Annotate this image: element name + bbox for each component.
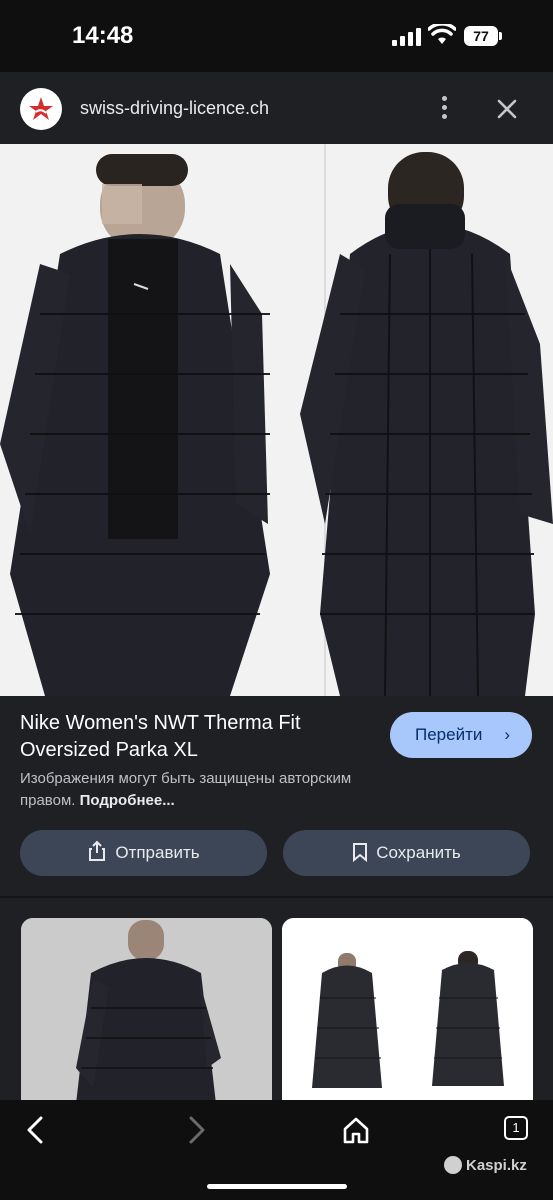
tabs-icon[interactable]: 1 [504,1116,528,1140]
site-domain[interactable]: swiss-driving-licence.ch [80,98,269,119]
status-time: 14:48 [72,22,134,49]
battery-icon: 77 [464,26,498,46]
share-button[interactable]: Отправить [20,830,267,876]
more-options-icon[interactable] [432,92,458,124]
browser-toolbar: 1 Kaspi.kz [0,1100,553,1200]
back-arrow-icon[interactable] [18,1112,54,1148]
product-title[interactable]: Nike Women's NWT Therma Fit Oversized Pa… [20,710,370,764]
watermark: Kaspi.kz [444,1156,527,1174]
product-image[interactable] [0,144,553,696]
related-image[interactable] [282,918,533,1104]
save-button[interactable]: Сохранить [283,830,530,876]
related-images [0,898,553,1104]
wifi-icon [428,24,456,44]
learn-more-link[interactable]: Подробнее... [80,792,175,809]
forward-arrow-icon[interactable] [178,1112,214,1148]
product-info-panel: Nike Women's NWT Therma Fit Oversized Pa… [0,696,553,896]
star-logo-icon [29,97,53,120]
battery-level: 77 [473,28,489,44]
status-bar: 14:48 77 [0,0,553,72]
cellular-signal-icon [392,28,422,46]
battery-cap [499,32,502,40]
close-icon[interactable] [492,94,522,124]
home-indicator[interactable] [207,1184,347,1189]
site-logo[interactable] [20,88,62,130]
site-header: swiss-driving-licence.ch [0,72,553,144]
bookmark-icon [353,843,368,863]
share-label: Отправить [115,843,200,862]
chevron-right-icon: › [504,725,510,744]
save-label: Сохранить [376,843,461,862]
parka-photo [0,144,553,696]
related-image[interactable] [21,918,272,1104]
related-photo-1 [21,918,272,1104]
watermark-text: Kaspi.kz [466,1157,527,1174]
share-icon [89,840,106,861]
kaspi-logo-icon [444,1156,462,1174]
visit-button-label: Перейти [415,725,483,744]
copyright-notice: Изображения могут быть защищены авторски… [20,768,400,812]
home-icon[interactable] [338,1112,374,1148]
related-photo-2 [282,918,533,1104]
visit-button[interactable]: Перейти › [390,712,532,758]
copyright-text: Изображения могут быть защищены авторски… [20,770,352,809]
